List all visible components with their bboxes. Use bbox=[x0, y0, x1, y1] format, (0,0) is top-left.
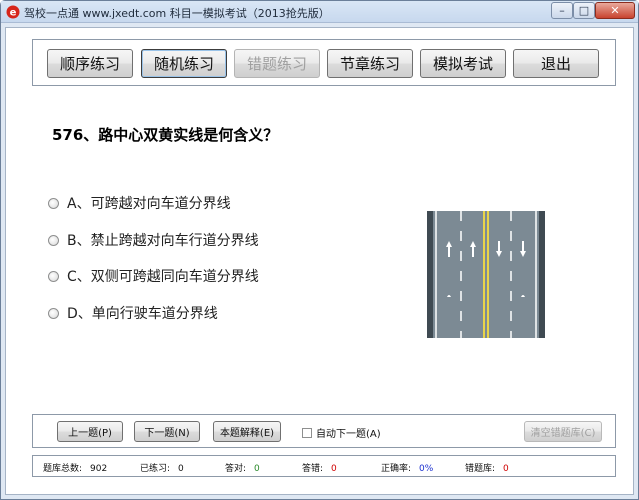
radio-icon[interactable] bbox=[48, 307, 59, 319]
close-icon: ✕ bbox=[610, 4, 620, 17]
status-bar: 题库总数: 902 已练习: 0 答对: 0 答错: 0 正确率: 0% 错题库: 0 bbox=[32, 455, 616, 477]
chapter-practice-button[interactable]: 节章练习 bbox=[327, 49, 413, 78]
window-title: 驾校一点通 www.jxedt.com 科目一模拟考试（2013抢先版） bbox=[24, 7, 330, 20]
maximize-icon: □ bbox=[578, 4, 590, 17]
auto-next-toggle[interactable]: 自动下一题(A) bbox=[302, 426, 381, 440]
option-label: C、双侧可跨越同向车道分界线 bbox=[67, 269, 259, 285]
option-c[interactable]: C、双侧可跨越同向车道分界线 bbox=[48, 267, 259, 285]
maximize-button[interactable]: □ bbox=[573, 2, 595, 19]
stat-practiced: 已练习: 0 bbox=[140, 464, 184, 474]
sequential-practice-button[interactable]: 顺序练习 bbox=[47, 49, 133, 78]
auto-next-checkbox[interactable] bbox=[302, 427, 312, 438]
option-b[interactable]: B、禁止跨越对向车行道分界线 bbox=[48, 231, 259, 249]
option-label: D、单向行驶车道分界线 bbox=[67, 306, 218, 322]
stat-rate: 正确率: 0% bbox=[381, 464, 434, 474]
close-button[interactable]: ✕ bbox=[595, 2, 635, 19]
exit-button[interactable]: 退出 bbox=[513, 49, 599, 78]
stat-wrong-bank: 错题库: 0 bbox=[465, 464, 509, 474]
radio-icon[interactable] bbox=[48, 234, 59, 246]
app-window: e 驾校一点通 www.jxedt.com 科目一模拟考试（2013抢先版） –… bbox=[0, 0, 639, 500]
explain-button[interactable]: 本题解释(E) bbox=[213, 421, 281, 442]
option-d[interactable]: D、单向行驶车道分界线 bbox=[48, 304, 218, 322]
road-illustration bbox=[427, 211, 545, 338]
next-question-button[interactable]: 下一题(N) bbox=[134, 421, 200, 442]
option-label: B、禁止跨越对向车行道分界线 bbox=[67, 233, 259, 249]
stat-total: 题库总数: 902 bbox=[43, 464, 108, 474]
nav-toolbar: 顺序练习 随机练习 错题练习 节章练习 模拟考试 退出 bbox=[32, 39, 616, 86]
random-practice-button[interactable]: 随机练习 bbox=[141, 49, 227, 78]
clear-wrong-bank-button[interactable]: 清空错题库(C) bbox=[524, 421, 602, 442]
action-bar: 上一题(P) 下一题(N) 本题解释(E) 自动下一题(A) 清空错题库(C) bbox=[32, 414, 616, 448]
option-a[interactable]: A、可跨越对向车道分界线 bbox=[48, 194, 231, 212]
stat-wrong: 答错: 0 bbox=[302, 464, 337, 474]
radio-icon[interactable] bbox=[48, 197, 59, 209]
minimize-icon: – bbox=[559, 4, 565, 17]
svg-text:e: e bbox=[10, 8, 17, 19]
auto-next-label: 自动下一题(A) bbox=[316, 429, 381, 440]
mock-exam-button[interactable]: 模拟考试 bbox=[420, 49, 506, 78]
app-logo-icon: e bbox=[6, 5, 20, 19]
minimize-button[interactable]: – bbox=[551, 2, 573, 19]
option-label: A、可跨越对向车道分界线 bbox=[67, 196, 231, 212]
prev-question-button[interactable]: 上一题(P) bbox=[57, 421, 123, 442]
title-bar: e 驾校一点通 www.jxedt.com 科目一模拟考试（2013抢先版） –… bbox=[1, 1, 638, 23]
stat-correct: 答对: 0 bbox=[225, 464, 260, 474]
main-panel: 顺序练习 随机练习 错题练习 节章练习 模拟考试 退出 576、路中心双黄实线是… bbox=[5, 27, 634, 495]
wrong-practice-button[interactable]: 错题练习 bbox=[234, 49, 320, 78]
radio-icon[interactable] bbox=[48, 270, 59, 282]
question-text: 576、路中心双黄实线是何含义？ bbox=[52, 126, 279, 144]
